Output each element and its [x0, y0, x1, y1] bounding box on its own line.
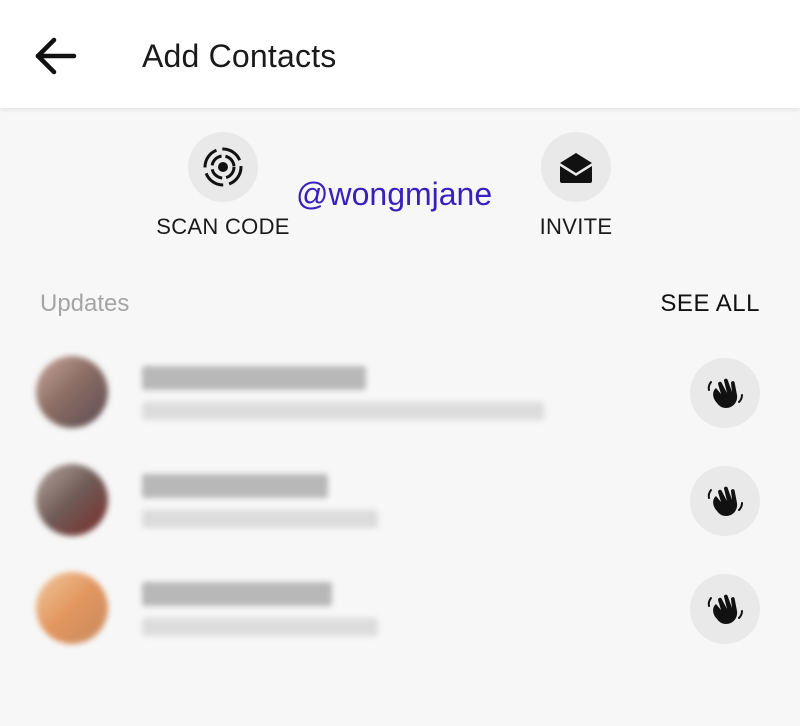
wave-hand-icon [707, 486, 743, 516]
username-handle: @wongmjane [296, 176, 493, 212]
wave-hand-icon [707, 594, 743, 624]
invite-label: INVITE [539, 214, 613, 239]
contact-status-redacted [142, 402, 544, 420]
updates-heading: Updates [40, 290, 130, 317]
scan-code-label: SCAN CODE [156, 214, 290, 239]
back-button[interactable] [30, 34, 80, 78]
envelope-icon [560, 153, 592, 183]
invite-button[interactable]: INVITE [506, 132, 646, 240]
contact-status-redacted [142, 618, 378, 636]
avatar [36, 356, 108, 428]
list-item[interactable] [0, 356, 800, 446]
arrow-left-icon [35, 37, 77, 75]
see-all-link[interactable]: SEE ALL [660, 290, 760, 318]
contact-status-redacted [142, 510, 378, 528]
list-item[interactable] [0, 572, 800, 662]
contact-name-redacted [142, 582, 332, 606]
page-title: Add Contacts [142, 38, 337, 74]
scan-code-circle [188, 132, 258, 202]
header: Add Contacts [0, 0, 800, 108]
wave-button[interactable] [690, 574, 760, 644]
wave-button[interactable] [690, 358, 760, 428]
contact-name-redacted [142, 474, 328, 498]
contact-name-redacted [142, 366, 366, 390]
wave-button[interactable] [690, 466, 760, 536]
invite-circle [541, 132, 611, 202]
avatar [36, 464, 108, 536]
list-item[interactable] [0, 464, 800, 554]
avatar [36, 572, 108, 644]
wave-hand-icon [707, 378, 743, 408]
scan-code-button[interactable]: SCAN CODE [153, 132, 293, 240]
scan-code-icon [203, 147, 243, 187]
